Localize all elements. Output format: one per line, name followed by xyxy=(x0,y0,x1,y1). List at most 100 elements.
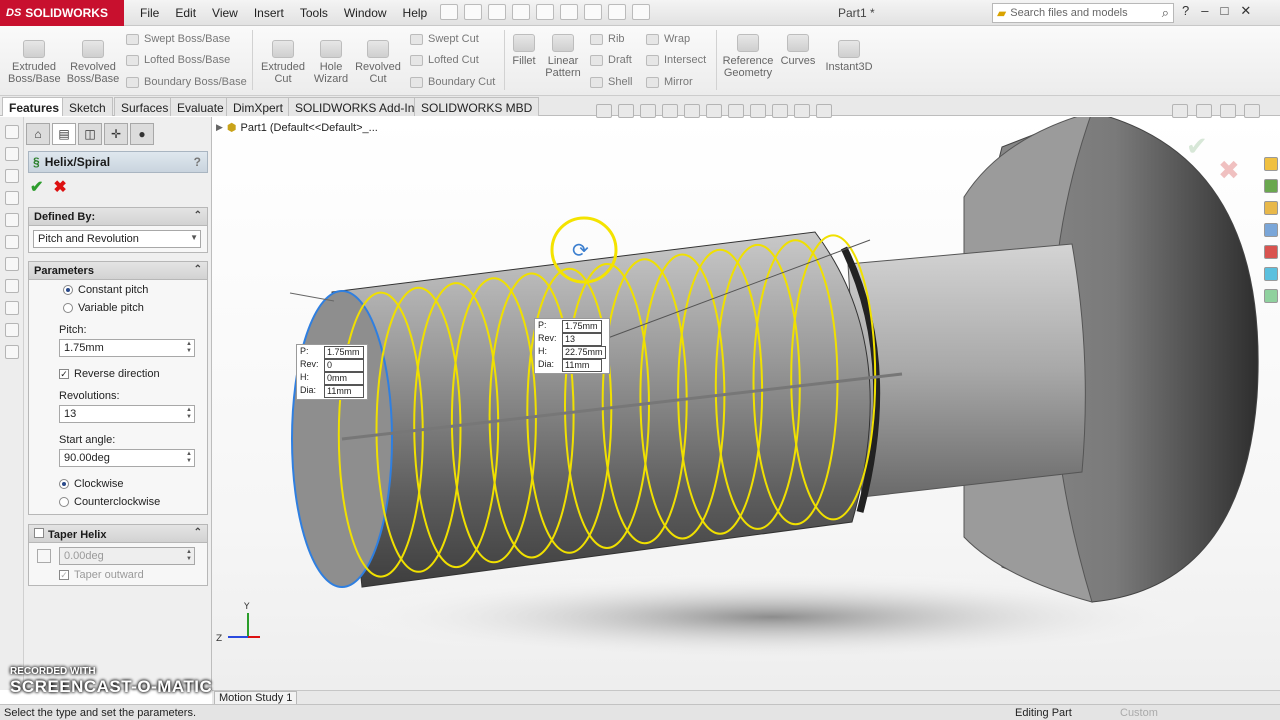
constant-pitch-radio[interactable]: Constant pitch xyxy=(63,284,148,296)
sketch-tool-icon[interactable] xyxy=(5,147,19,161)
previous-view-icon[interactable] xyxy=(640,104,656,118)
defined-by-select[interactable]: Pitch and Revolution ▼ xyxy=(33,230,201,248)
search-icon[interactable]: ⌕ xyxy=(1162,5,1169,21)
collapse-icon[interactable]: ⌃ xyxy=(194,527,202,538)
sketch-tool-icon[interactable] xyxy=(5,169,19,183)
save-icon[interactable] xyxy=(488,4,506,20)
draft-button[interactable]: Draft xyxy=(590,54,632,66)
edit-appearance-icon[interactable] xyxy=(772,104,788,118)
restore-icon[interactable] xyxy=(1220,104,1236,118)
tab-add-ins[interactable]: SOLIDWORKS Add-Ins xyxy=(288,97,428,116)
minimize-icon[interactable]: – xyxy=(1201,3,1208,19)
file-explorer-icon[interactable] xyxy=(1264,201,1278,215)
pitch-field[interactable]: 1.75mm ▲ ▼ xyxy=(59,339,195,357)
section-view-icon[interactable] xyxy=(662,104,678,118)
menu-view[interactable]: View xyxy=(212,6,238,20)
undo-icon[interactable] xyxy=(536,4,554,20)
sketch-tool-icon[interactable] xyxy=(5,345,19,359)
revolved-cut-button[interactable]: Revolved Cut xyxy=(354,40,402,85)
reverse-direction-checkbox[interactable]: ✓ Reverse direction xyxy=(59,368,160,380)
boundary-boss-button[interactable]: Boundary Boss/Base xyxy=(126,76,247,88)
swept-boss-button[interactable]: Swept Boss/Base xyxy=(126,33,230,45)
resources-icon[interactable] xyxy=(1264,157,1278,171)
menu-help[interactable]: Help xyxy=(403,6,428,20)
variable-pitch-radio[interactable]: Variable pitch xyxy=(63,302,144,314)
lofted-boss-button[interactable]: Lofted Boss/Base xyxy=(126,54,230,66)
file-properties-icon[interactable] xyxy=(608,4,626,20)
configuration-manager-icon[interactable]: ◫ xyxy=(78,123,102,145)
collapse-icon[interactable]: ⌃ xyxy=(194,264,202,275)
rib-button[interactable]: Rib xyxy=(590,33,625,45)
cancel-x-icon[interactable]: ✖ xyxy=(53,177,66,197)
revolved-boss-button[interactable]: Revolved Boss/Base xyxy=(66,40,120,85)
extruded-boss-button[interactable]: Extruded Boss/Base xyxy=(8,40,61,85)
close-icon[interactable]: ✕ xyxy=(1240,3,1251,19)
linear-pattern-button[interactable]: Linear Pattern xyxy=(542,34,584,79)
wrap-button[interactable]: Wrap xyxy=(646,33,690,45)
tab-sketch[interactable]: Sketch xyxy=(62,97,113,116)
select-icon[interactable] xyxy=(560,4,578,20)
tab-mbd[interactable]: SOLIDWORKS MBD xyxy=(414,97,540,116)
mirror-button[interactable]: Mirror xyxy=(646,76,693,88)
clockwise-radio[interactable]: Clockwise xyxy=(59,478,124,490)
ok-check-icon[interactable]: ✔ xyxy=(30,177,43,197)
graphics-area[interactable]: ⟳ Y Z ▶ ⬢ Part1 (Default<<Default>_... P: 1… xyxy=(212,117,1280,690)
view-settings-icon[interactable] xyxy=(816,104,832,118)
design-library-icon[interactable] xyxy=(1264,179,1278,193)
help-icon[interactable]: ? xyxy=(194,155,201,169)
options-icon[interactable] xyxy=(632,4,650,20)
callout-diameter[interactable]: 11mm xyxy=(324,385,364,398)
group-header[interactable]: Taper Helix ⌃ xyxy=(29,525,207,543)
group-header[interactable]: Parameters ⌃ xyxy=(29,262,207,280)
expand-arrow-icon[interactable]: ▶ xyxy=(216,122,223,133)
new-icon[interactable] xyxy=(440,4,458,20)
solidworks-logo[interactable]: DS SOLIDWORKS xyxy=(0,0,124,26)
sketch-tool-icon[interactable] xyxy=(5,213,19,227)
rotate-icon[interactable]: ⟳ xyxy=(572,238,589,262)
tab-motion-study[interactable]: Motion Study 1 xyxy=(214,691,298,705)
fillet-button[interactable]: Fillet xyxy=(508,34,540,67)
hole-wizard-button[interactable]: Hole Wizard xyxy=(310,40,352,85)
maximize-icon[interactable]: □ xyxy=(1220,3,1228,19)
confirm-check-icon[interactable]: ✔ xyxy=(1186,131,1208,162)
boundary-cut-button[interactable]: Boundary Cut xyxy=(410,76,495,88)
revolutions-field[interactable]: 13 ▲ ▼ xyxy=(59,405,195,423)
minimize-icon[interactable] xyxy=(1196,104,1212,118)
sketch-tool-icon[interactable] xyxy=(5,235,19,249)
menu-insert[interactable]: Insert xyxy=(254,6,284,20)
appearances-icon[interactable] xyxy=(1264,245,1278,259)
tab-features[interactable]: Features xyxy=(2,97,67,116)
menu-tools[interactable]: Tools xyxy=(300,6,328,20)
spinner-icon[interactable]: ▲ ▼ xyxy=(186,407,192,421)
collapse-icon[interactable]: ⌃ xyxy=(194,210,202,221)
custom-properties-icon[interactable] xyxy=(1264,267,1278,281)
intersect-button[interactable]: Intersect xyxy=(646,54,706,66)
callout-height[interactable]: 22.75mm xyxy=(562,346,606,359)
zoom-to-fit-icon[interactable] xyxy=(596,104,612,118)
feature-manager-icon[interactable]: ⌂ xyxy=(26,123,50,145)
sketch-tool-icon[interactable] xyxy=(5,257,19,271)
sketch-tool-icon[interactable] xyxy=(5,125,19,139)
tab-surfaces[interactable]: Surfaces xyxy=(114,97,176,116)
sketch-tool-icon[interactable] xyxy=(5,191,19,205)
callout-height[interactable]: 0mm xyxy=(324,372,364,385)
rebuild-icon[interactable] xyxy=(584,4,602,20)
group-header[interactable]: Defined By: ⌃ xyxy=(29,208,207,226)
search-input[interactable]: Search files and models xyxy=(1010,7,1161,19)
sketch-tool-icon[interactable] xyxy=(5,301,19,315)
counterclockwise-radio[interactable]: Counterclockwise xyxy=(59,496,160,508)
model-view[interactable]: ⟳ Y Z xyxy=(212,117,1280,690)
display-manager-icon[interactable]: ● xyxy=(130,123,154,145)
callout-pitch[interactable]: 1.75mm xyxy=(324,346,364,359)
callout-diameter[interactable]: 11mm xyxy=(562,359,602,372)
close-icon[interactable] xyxy=(1244,104,1260,118)
lofted-cut-button[interactable]: Lofted Cut xyxy=(410,54,479,66)
reference-geometry-button[interactable]: Reference Geometry xyxy=(720,34,776,79)
sketch-tool-icon[interactable] xyxy=(5,279,19,293)
menu-file[interactable]: File xyxy=(140,6,159,20)
confirm-cancel-icon[interactable]: ✖ xyxy=(1218,155,1240,186)
dynamic-annotation-icon[interactable] xyxy=(684,104,700,118)
menu-window[interactable]: Window xyxy=(344,6,387,20)
scene-icon[interactable] xyxy=(794,104,810,118)
open-icon[interactable] xyxy=(464,4,482,20)
